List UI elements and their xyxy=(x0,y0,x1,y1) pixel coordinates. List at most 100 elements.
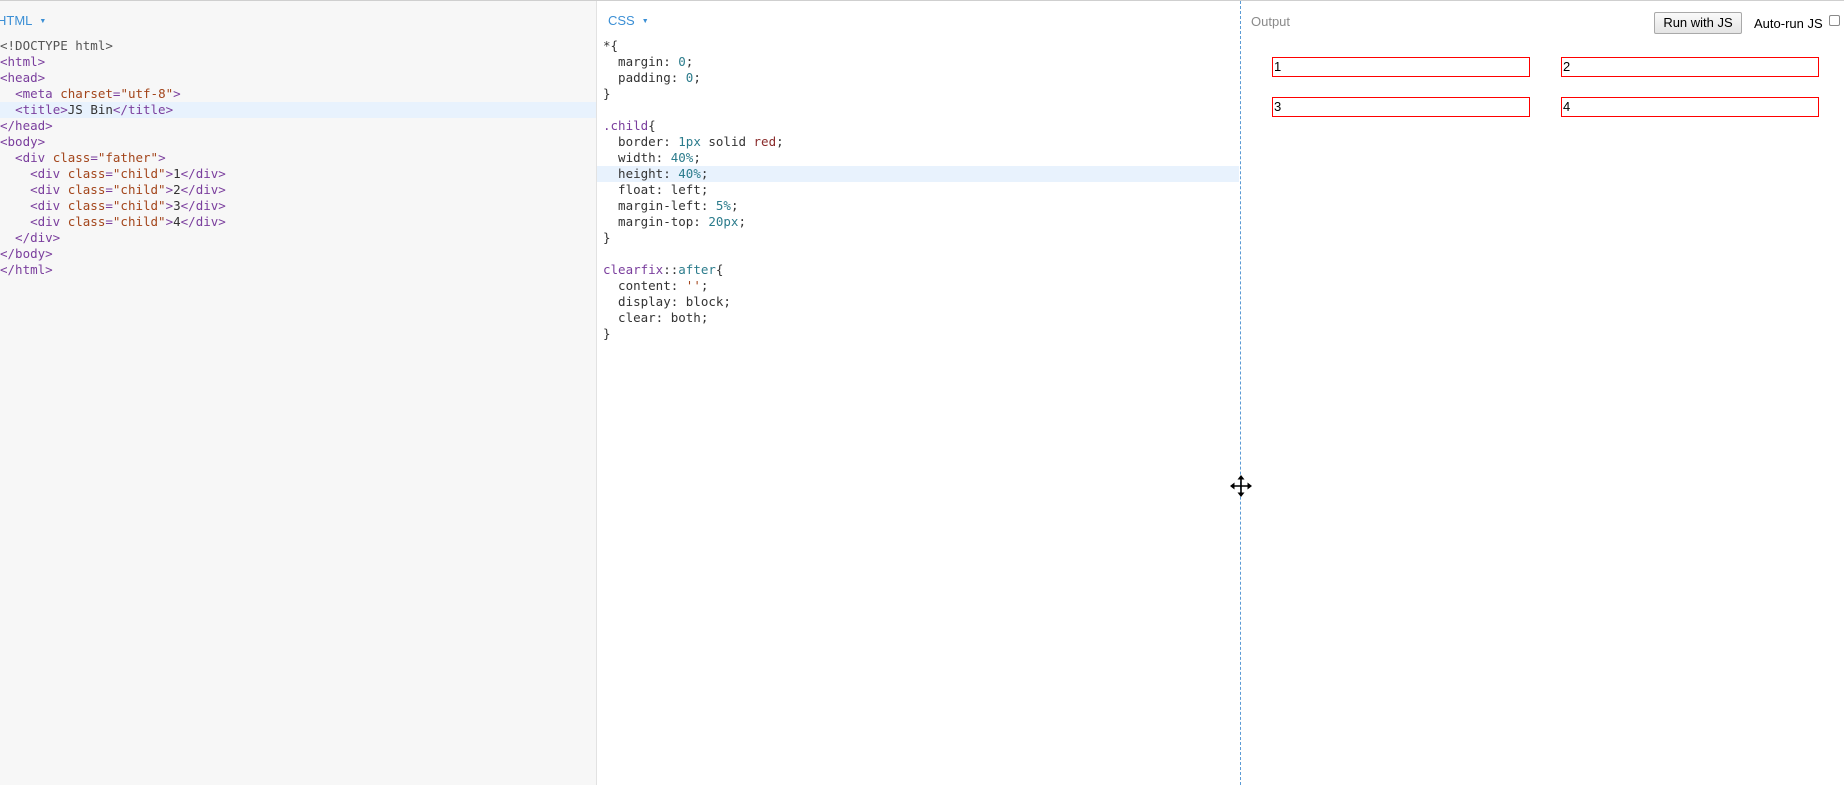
code-token: > xyxy=(165,166,174,181)
code-token: 1px xyxy=(678,134,701,149)
code-token: } xyxy=(603,86,611,101)
code-token: = xyxy=(105,214,113,229)
code-line[interactable]: } xyxy=(597,230,1239,246)
code-token: </html> xyxy=(0,262,53,277)
code-token: <head> xyxy=(0,70,46,85)
code-line[interactable]: } xyxy=(597,86,1239,102)
code-line[interactable]: border: 1px solid red; xyxy=(597,134,1239,150)
code-line[interactable]: </div> xyxy=(0,230,596,246)
code-line[interactable]: float: left; xyxy=(597,182,1239,198)
html-panel[interactable]: HTML ▼ <!DOCTYPE html> <html> <head> <meta … xyxy=(0,1,597,785)
code-line[interactable]: margin-left: 5%; xyxy=(597,198,1239,214)
code-token: margin-left: xyxy=(603,198,716,213)
code-line[interactable]: <div class="child">4</div> xyxy=(0,214,596,230)
code-token: <title> xyxy=(15,102,68,117)
code-line[interactable]: clear: both; xyxy=(597,310,1239,326)
code-line[interactable]: <div class="father"> xyxy=(0,150,596,166)
code-line[interactable]: <title>JS Bin</title> xyxy=(0,102,596,118)
code-token: JS Bin xyxy=(67,102,113,117)
code-token: > xyxy=(165,214,174,229)
code-token: <body> xyxy=(0,134,46,149)
code-token: ; xyxy=(685,54,694,69)
code-token: > xyxy=(165,198,174,213)
css-panel-label[interactable]: CSS ▼ xyxy=(608,13,649,28)
code-token: 1 xyxy=(173,166,181,181)
code-line[interactable]: </head> xyxy=(0,118,596,134)
code-line[interactable]: } xyxy=(597,326,1239,342)
code-line[interactable]: margin-top: 20px; xyxy=(597,214,1239,230)
code-token: ; xyxy=(730,198,739,213)
code-token: class xyxy=(67,182,106,197)
code-token: charset xyxy=(60,86,113,101)
code-line[interactable]: *{ xyxy=(597,38,1239,54)
code-line[interactable]: <body> xyxy=(0,134,596,150)
chevron-down-icon[interactable]: ▼ xyxy=(39,18,46,25)
output-panel-label: Output xyxy=(1251,14,1291,29)
code-token: 2 xyxy=(173,182,181,197)
code-line[interactable]: height: 40%; xyxy=(597,166,1239,182)
code-line[interactable]: <div class="child">2</div> xyxy=(0,182,596,198)
code-token: <meta xyxy=(15,86,61,101)
code-token: > xyxy=(173,86,181,101)
html-code-editor[interactable]: <!DOCTYPE html> <html> <head> <meta charse… xyxy=(0,38,596,278)
code-line[interactable] xyxy=(597,246,1239,262)
code-line[interactable]: <html> xyxy=(0,54,596,70)
code-token: = xyxy=(90,150,98,165)
css-code-editor[interactable]: *{ margin: 0; padding: 0;} .child{ border… xyxy=(597,38,1239,342)
html-panel-label-text[interactable]: HTML xyxy=(0,13,32,28)
code-line[interactable]: <div class="child">3</div> xyxy=(0,198,596,214)
code-token: "child" xyxy=(112,198,166,213)
code-token: = xyxy=(105,182,113,197)
code-token: float: left; xyxy=(603,182,709,197)
code-token: ; xyxy=(693,70,701,85)
code-token: </div> xyxy=(0,230,61,245)
code-token: <!DOCTYPE html> xyxy=(0,38,113,53)
code-line[interactable]: content: ''; xyxy=(597,278,1239,294)
jsbin-editor: HTML ▼ <!DOCTYPE html> <html> <head> <meta … xyxy=(0,0,1844,785)
code-token: class xyxy=(67,166,106,181)
move-cursor-icon xyxy=(1230,475,1252,497)
code-token: height: xyxy=(603,166,679,181)
code-token: border: xyxy=(603,134,679,149)
code-token: 5% xyxy=(715,198,731,213)
code-token: <div xyxy=(0,166,68,181)
code-token: > xyxy=(165,182,174,197)
code-token: 4 xyxy=(173,214,181,229)
code-line[interactable]: </body> xyxy=(0,246,596,262)
code-token: "father" xyxy=(97,150,159,165)
html-panel-label[interactable]: HTML ▼ xyxy=(0,13,46,28)
chevron-down-icon[interactable]: ▼ xyxy=(642,18,649,25)
code-token: ; xyxy=(700,278,709,293)
code-token: margin-top: xyxy=(603,214,709,229)
code-token: "child" xyxy=(112,182,166,197)
code-line[interactable]: padding: 0; xyxy=(597,70,1239,86)
code-line[interactable]: clearfix::after{ xyxy=(597,262,1239,278)
code-token: clear: both; xyxy=(603,310,709,325)
code-token: > xyxy=(158,150,166,165)
css-panel[interactable]: CSS ▼ *{ margin: 0; padding: 0;} .child{ b… xyxy=(597,1,1239,785)
code-line[interactable]: <head> xyxy=(0,70,596,86)
code-token: <div xyxy=(0,150,53,165)
code-token: clearfix xyxy=(603,262,664,277)
code-line[interactable]: <meta charset="utf-8"> xyxy=(0,86,596,102)
code-line[interactable]: <div class="child">1</div> xyxy=(0,166,596,182)
code-token: width: xyxy=(603,150,671,165)
css-panel-label-text[interactable]: CSS xyxy=(608,13,635,28)
run-with-js-button[interactable]: Run with JS xyxy=(1654,12,1742,34)
code-line[interactable]: .child{ xyxy=(597,118,1239,134)
code-line[interactable]: display: block; xyxy=(597,294,1239,310)
code-token: :: xyxy=(663,262,679,277)
code-token: after xyxy=(678,262,716,277)
code-token: ; xyxy=(776,134,784,149)
code-line[interactable] xyxy=(597,102,1239,118)
code-line[interactable]: <!DOCTYPE html> xyxy=(0,38,596,54)
code-token: "utf-8" xyxy=(120,86,174,101)
code-token: <html> xyxy=(0,54,46,69)
code-line[interactable]: margin: 0; xyxy=(597,54,1239,70)
code-line[interactable]: </html> xyxy=(0,262,596,278)
autorun-checkbox[interactable] xyxy=(1829,15,1840,26)
code-line[interactable]: width: 40%; xyxy=(597,150,1239,166)
code-token: </div> xyxy=(180,182,226,197)
